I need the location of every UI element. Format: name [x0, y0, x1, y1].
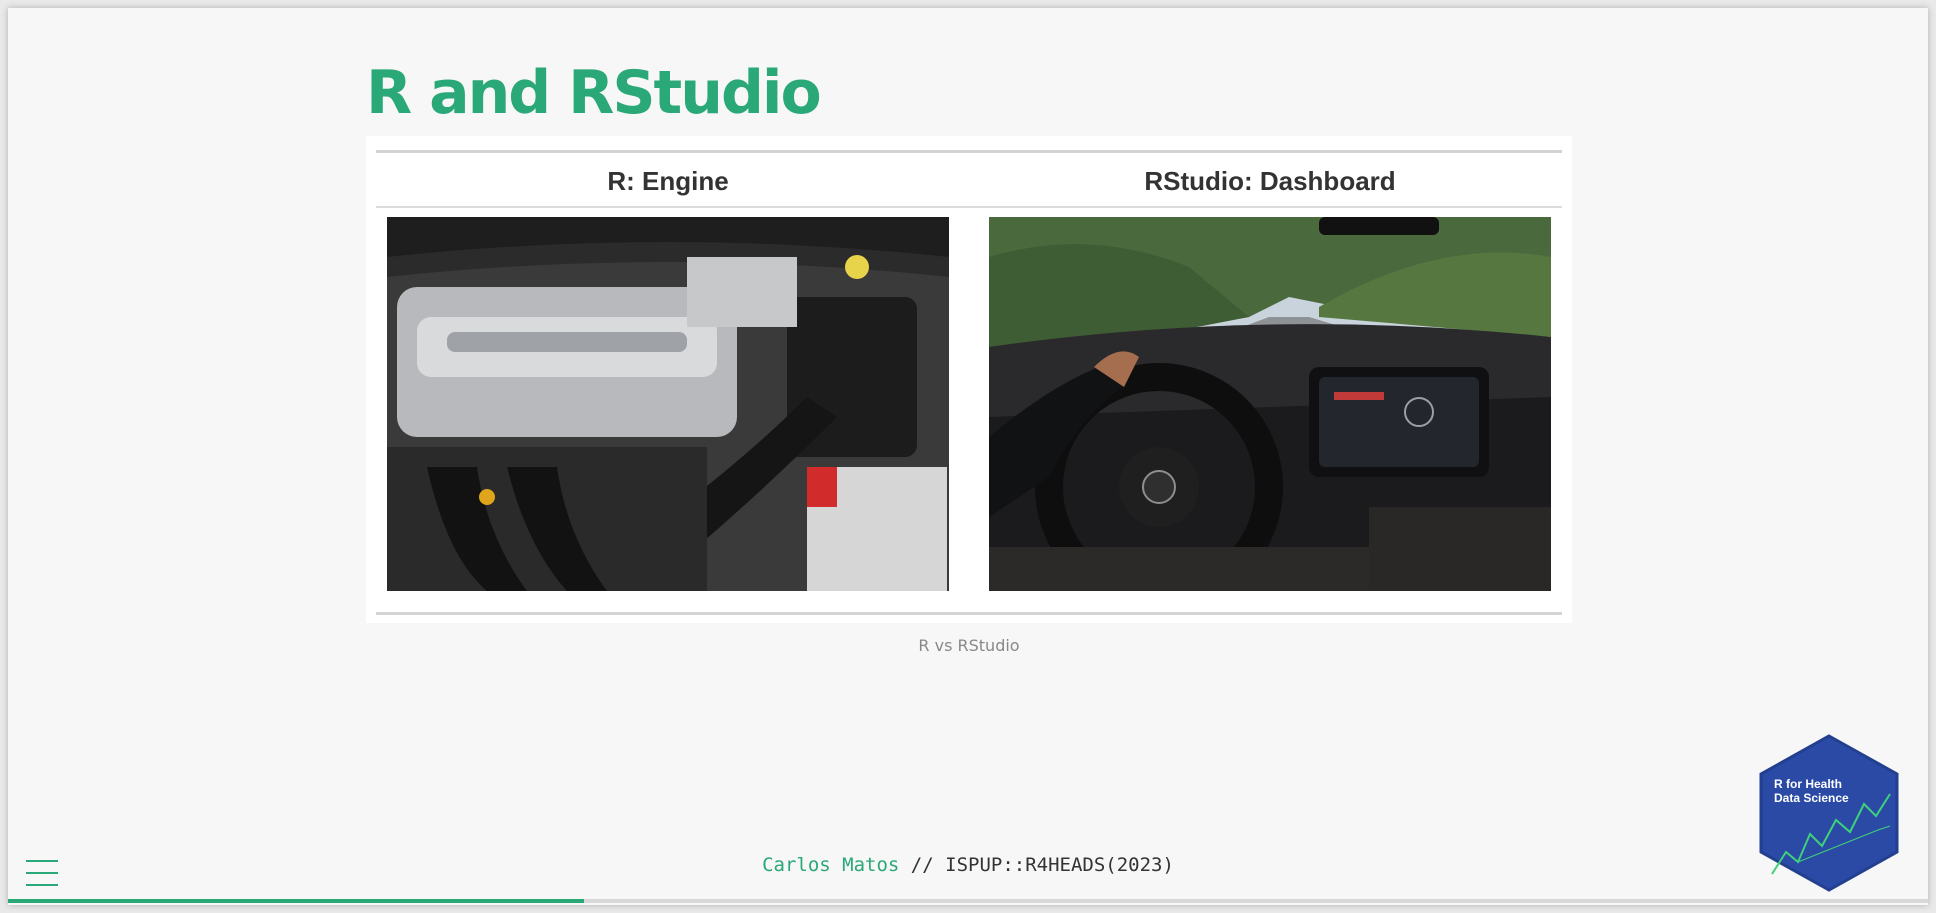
table-top-rule: [376, 150, 1562, 153]
logo-line-2: Data Science: [1774, 791, 1849, 805]
slide-footer: Carlos Matos // ISPUP::R4HEADS(2023): [8, 854, 1928, 876]
column-header-rstudio: RStudio: Dashboard: [1144, 166, 1396, 196]
dashboard-photo: [989, 217, 1551, 591]
table-header-rule: [376, 206, 1562, 208]
comparison-table: R: Engine RStudio: Dashboard: [366, 136, 1572, 623]
footer-course: ISPUP::R4HEADS(2023): [945, 854, 1174, 876]
figure-caption: R vs RStudio: [918, 636, 1020, 655]
logo-line-1: R for Health: [1774, 777, 1842, 791]
footer-author: Carlos Matos: [762, 854, 900, 876]
slide-progress-bar: [8, 899, 1928, 903]
hamburger-menu-icon[interactable]: [26, 858, 58, 888]
footer-separator: //: [899, 854, 946, 876]
slide-title: R and RStudio: [366, 58, 822, 128]
column-header-r: R: Engine: [607, 166, 729, 196]
course-hex-logo: R for Health Data Science: [1758, 734, 1900, 892]
slide: R and RStudio R: Engine RStudio: Dashboa…: [8, 8, 1928, 905]
table-bottom-rule: [376, 612, 1562, 615]
slide-progress-fill: [8, 899, 584, 903]
engine-photo: [387, 217, 949, 591]
